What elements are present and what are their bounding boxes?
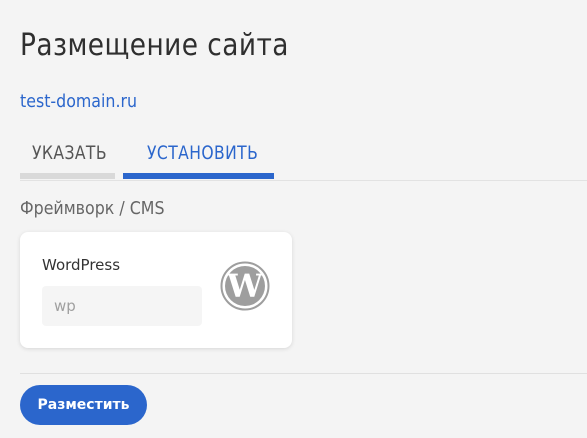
tab-specify-label: УКАЗАТЬ [32,142,107,164]
svg-text:W: W [226,267,264,305]
place-site-button[interactable]: Разместить [20,385,147,425]
tab-install[interactable]: УСТАНОВИТЬ [123,138,274,179]
divider [20,373,587,374]
page-title: Размещение сайта [20,28,289,63]
wordpress-icon: W [220,261,270,311]
framework-name: WordPress [42,256,121,274]
tab-bar: УКАЗАТЬ УСТАНОВИТЬ [20,138,587,181]
tab-install-label: УСТАНОВИТЬ [147,142,259,164]
framework-card-wordpress[interactable]: WordPress W [20,232,292,348]
page: Размещение сайта test-domain.ru УКАЗАТЬ … [0,0,587,438]
domain-link[interactable]: test-domain.ru [20,91,137,112]
tab-specify[interactable]: УКАЗАТЬ [20,138,115,179]
section-label-framework: Фреймворк / CMS [20,198,165,219]
framework-path-input[interactable] [42,286,202,326]
